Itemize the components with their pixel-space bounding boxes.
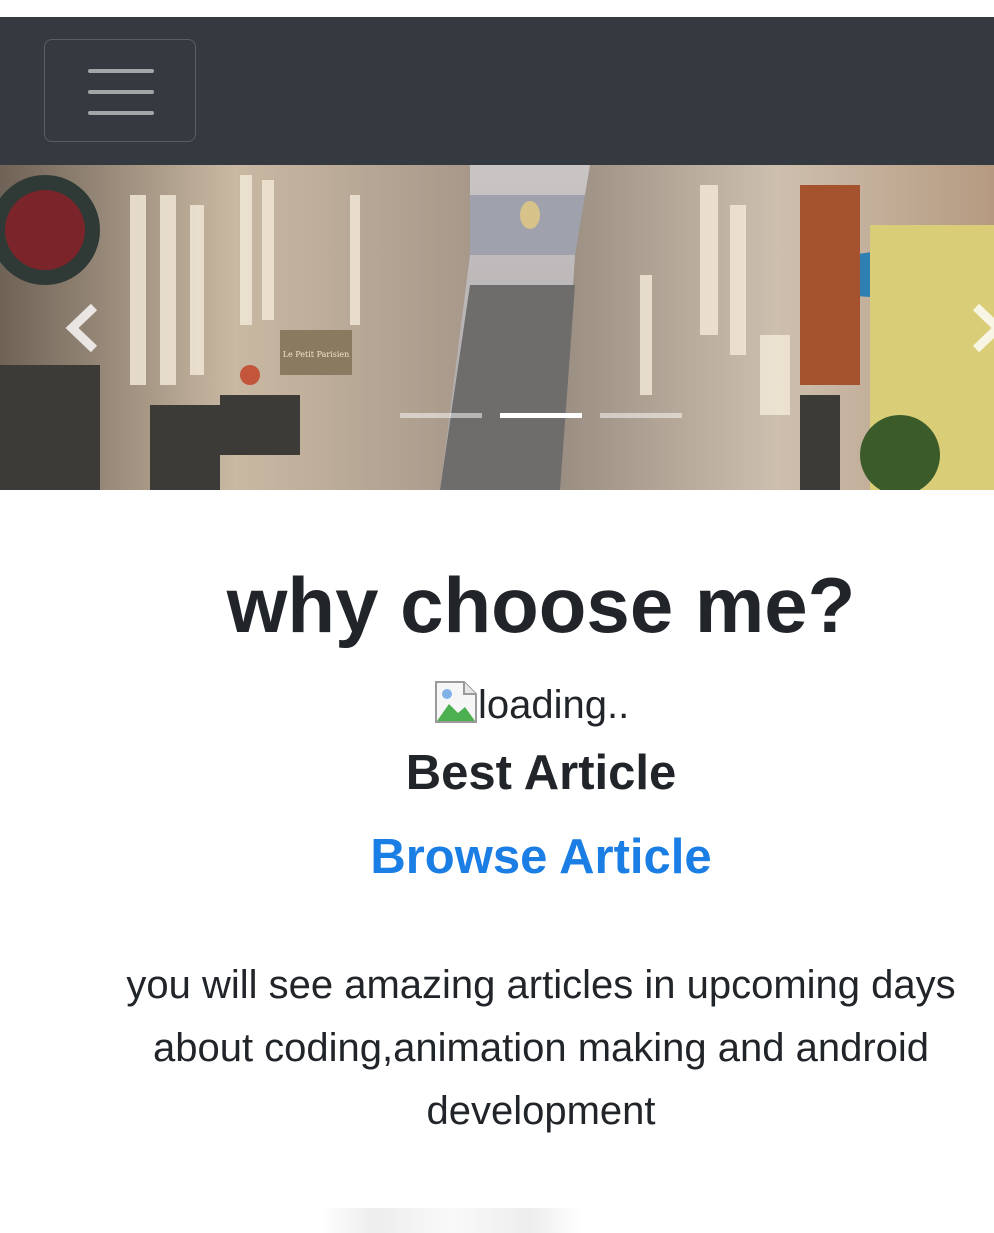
carousel-indicator-1[interactable]: [400, 413, 482, 418]
navbar-toggler-button[interactable]: [44, 39, 196, 142]
section-heading: why choose me?: [226, 561, 856, 649]
image-carousel[interactable]: Le Petit Parisien: [0, 165, 994, 490]
hamburger-menu-icon: [88, 69, 154, 115]
carousel-indicators: [400, 413, 682, 419]
article-subheading: Best Article: [405, 746, 677, 800]
partially-visible-element: [320, 1208, 582, 1233]
image-alt-text: loading..: [478, 683, 630, 727]
navbar: [0, 17, 994, 165]
carousel-indicator-2[interactable]: [500, 413, 582, 418]
carousel-next-button[interactable]: [884, 165, 994, 490]
chevron-left-icon: [65, 303, 98, 353]
page: Le Petit Parisien why choose me? loading…: [0, 0, 994, 1233]
browse-article-link[interactable]: Browse Article: [0, 825, 994, 889]
carousel-prev-button[interactable]: [0, 165, 110, 490]
carousel-slide-image: Le Petit Parisien: [0, 165, 994, 490]
chevron-right-icon: [972, 303, 994, 353]
carousel-indicator-3[interactable]: [600, 413, 682, 418]
svg-text:Le Petit Parisien: Le Petit Parisien: [283, 350, 350, 359]
article-image: loading..: [434, 678, 629, 732]
broken-image-icon: [435, 681, 477, 723]
status-strip: [0, 0, 994, 17]
description-text: you will see amazing articles in upcomin…: [126, 963, 956, 1133]
